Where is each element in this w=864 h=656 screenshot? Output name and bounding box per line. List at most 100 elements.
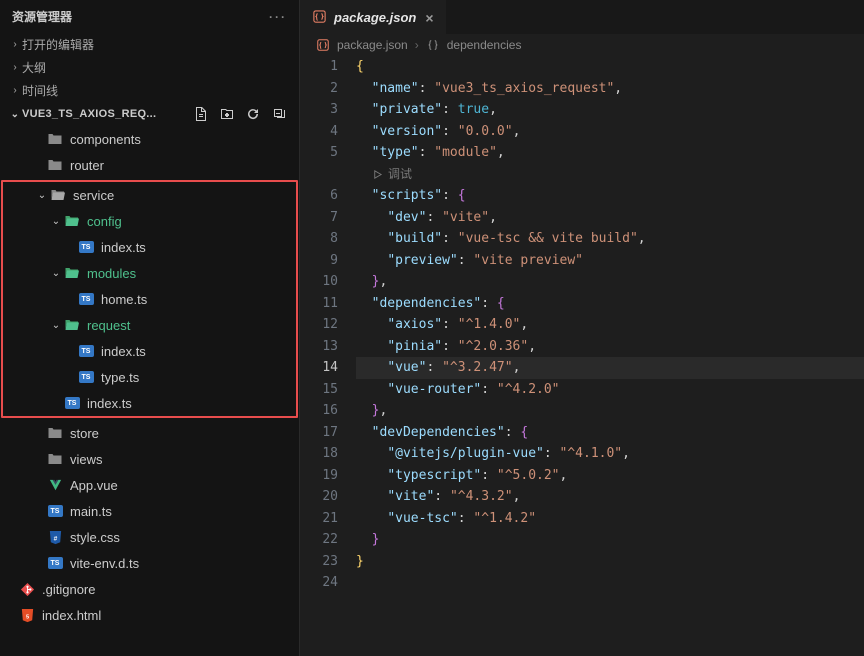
- tree-item-vite-env-d-ts[interactable]: TSvite-env.d.ts: [0, 550, 299, 576]
- tree-item-style-css[interactable]: #style.css: [0, 524, 299, 550]
- code-line[interactable]: "@vitejs/plugin-vue": "^4.1.0",: [356, 443, 864, 465]
- tree-item-type-ts[interactable]: TStype.ts: [3, 364, 296, 390]
- line-number: 19: [300, 465, 338, 487]
- code-line[interactable]: "vue-router": "^4.2.0": [356, 379, 864, 401]
- code-line[interactable]: "typescript": "^5.0.2",: [356, 465, 864, 487]
- line-number: 4: [300, 121, 338, 143]
- code-line[interactable]: "build": "vue-tsc && vite build",: [356, 228, 864, 250]
- tree-item-label: views: [70, 452, 103, 467]
- tree-item-components[interactable]: components: [0, 126, 299, 152]
- tree-item-modules[interactable]: ⌄ modules: [3, 260, 296, 286]
- debug-run-hint[interactable]: 调试: [356, 164, 864, 186]
- tab-package-json[interactable]: package.json ×: [300, 0, 446, 34]
- new-file-icon[interactable]: [193, 106, 209, 122]
- tree-item-label: home.ts: [101, 292, 147, 307]
- line-number: 21: [300, 508, 338, 530]
- collapse-all-icon[interactable]: [271, 106, 287, 122]
- line-number: 20: [300, 486, 338, 508]
- explorer-title: 资源管理器: [12, 8, 269, 25]
- chevron-right-icon: ›: [8, 85, 22, 96]
- tree-item-router[interactable]: router: [0, 152, 299, 178]
- tree-item-label: App.vue: [70, 478, 118, 493]
- folder-closed-icon: [46, 424, 64, 442]
- tree-item-config[interactable]: ⌄ config: [3, 208, 296, 234]
- folder-open-g-icon: [63, 316, 81, 334]
- chevron-down-icon: ⌄: [49, 216, 63, 227]
- breadcrumb[interactable]: package.json › dependencies: [300, 34, 864, 56]
- tree-item-index-ts[interactable]: TSindex.ts: [3, 390, 296, 416]
- tree-item-label: main.ts: [70, 504, 112, 519]
- code-line[interactable]: "axios": "^1.4.0",: [356, 314, 864, 336]
- code-line[interactable]: },: [356, 271, 864, 293]
- chevron-down-icon: ⌄: [49, 268, 63, 279]
- tree-item-service[interactable]: ⌄service: [3, 182, 296, 208]
- project-root[interactable]: ⌄ VUE3_TS_AXIOS_REQ...: [0, 102, 299, 126]
- tree-item--gitignore[interactable]: .gitignore: [0, 576, 299, 602]
- code-line[interactable]: "vue-tsc": "^1.4.2": [356, 508, 864, 530]
- code-line[interactable]: {: [356, 56, 864, 78]
- section-timeline[interactable]: › 时间线: [0, 79, 299, 102]
- new-folder-icon[interactable]: [219, 106, 235, 122]
- code-line[interactable]: "type": "module",: [356, 142, 864, 164]
- code-line[interactable]: "preview": "vite preview": [356, 250, 864, 272]
- line-number: 6: [300, 185, 338, 207]
- chevron-down-icon: ⌄: [35, 190, 49, 201]
- code-editor[interactable]: 123456789101112131415161718192021222324 …: [300, 56, 864, 656]
- line-number: 14: [300, 357, 338, 379]
- tree-item-index-ts[interactable]: TSindex.ts: [3, 338, 296, 364]
- git-icon: [18, 580, 36, 598]
- tree-item-main-ts[interactable]: TS main.ts: [0, 498, 299, 524]
- folder-closed-icon: [46, 156, 64, 174]
- ts-icon: TS: [77, 342, 95, 360]
- tree-item-index-html[interactable]: 5index.html: [0, 602, 299, 628]
- code-lines[interactable]: { "name": "vue3_ts_axios_request", "priv…: [356, 56, 864, 656]
- ts-icon: TS: [46, 502, 64, 520]
- tree-item-label: index.ts: [101, 240, 146, 255]
- code-line[interactable]: "dev": "vite",: [356, 207, 864, 229]
- code-line[interactable]: "scripts": {: [356, 185, 864, 207]
- code-line[interactable]: "devDependencies": {: [356, 422, 864, 444]
- json-icon: [316, 38, 330, 52]
- line-number: 9: [300, 250, 338, 272]
- tree-item-request[interactable]: ⌄request: [3, 312, 296, 338]
- tree-item-home-ts[interactable]: TShome.ts: [3, 286, 296, 312]
- project-name: VUE3_TS_AXIOS_REQ...: [22, 108, 193, 120]
- tree-item-index-ts[interactable]: TSindex.ts: [3, 234, 296, 260]
- line-number: 24: [300, 572, 338, 594]
- explorer-header: 资源管理器 ···: [0, 0, 299, 33]
- code-line[interactable]: },: [356, 400, 864, 422]
- tree-item-label: vite-env.d.ts: [70, 556, 139, 571]
- chevron-right-icon: ›: [8, 39, 22, 50]
- code-line[interactable]: }: [356, 551, 864, 573]
- code-line[interactable]: "vue": "^3.2.47",: [356, 357, 864, 379]
- code-line[interactable]: "private": true,: [356, 99, 864, 121]
- tree-item-views[interactable]: views: [0, 446, 299, 472]
- code-line[interactable]: "name": "vue3_ts_axios_request",: [356, 78, 864, 100]
- code-line[interactable]: "pinia": "^2.0.36",: [356, 336, 864, 358]
- tree-item-label: router: [70, 158, 104, 173]
- tree-item-label: config: [87, 214, 122, 229]
- line-gutter: 123456789101112131415161718192021222324: [300, 56, 356, 656]
- line-number: 12: [300, 314, 338, 336]
- tree-item-label: modules: [87, 266, 136, 281]
- more-icon[interactable]: ···: [269, 10, 287, 24]
- close-icon[interactable]: ×: [425, 10, 433, 26]
- line-number: 10: [300, 271, 338, 293]
- tree-item-label: .gitignore: [42, 582, 95, 597]
- line-number: 1: [300, 56, 338, 78]
- tree-item-store[interactable]: store: [0, 420, 299, 446]
- code-line[interactable]: "version": "0.0.0",: [356, 121, 864, 143]
- tab-bar: package.json ×: [300, 0, 864, 34]
- refresh-icon[interactable]: [245, 106, 261, 122]
- section-open-editors[interactable]: › 打开的编辑器: [0, 33, 299, 56]
- section-label: 时间线: [22, 82, 58, 99]
- css-icon: #: [46, 528, 64, 546]
- section-outline[interactable]: › 大纲: [0, 56, 299, 79]
- code-line[interactable]: "vite": "^4.3.2",: [356, 486, 864, 508]
- code-line[interactable]: }: [356, 529, 864, 551]
- line-number: 18: [300, 443, 338, 465]
- tree-item-App-vue[interactable]: App.vue: [0, 472, 299, 498]
- tree-item-label: components: [70, 132, 141, 147]
- code-line[interactable]: "dependencies": {: [356, 293, 864, 315]
- code-line[interactable]: [356, 572, 864, 594]
